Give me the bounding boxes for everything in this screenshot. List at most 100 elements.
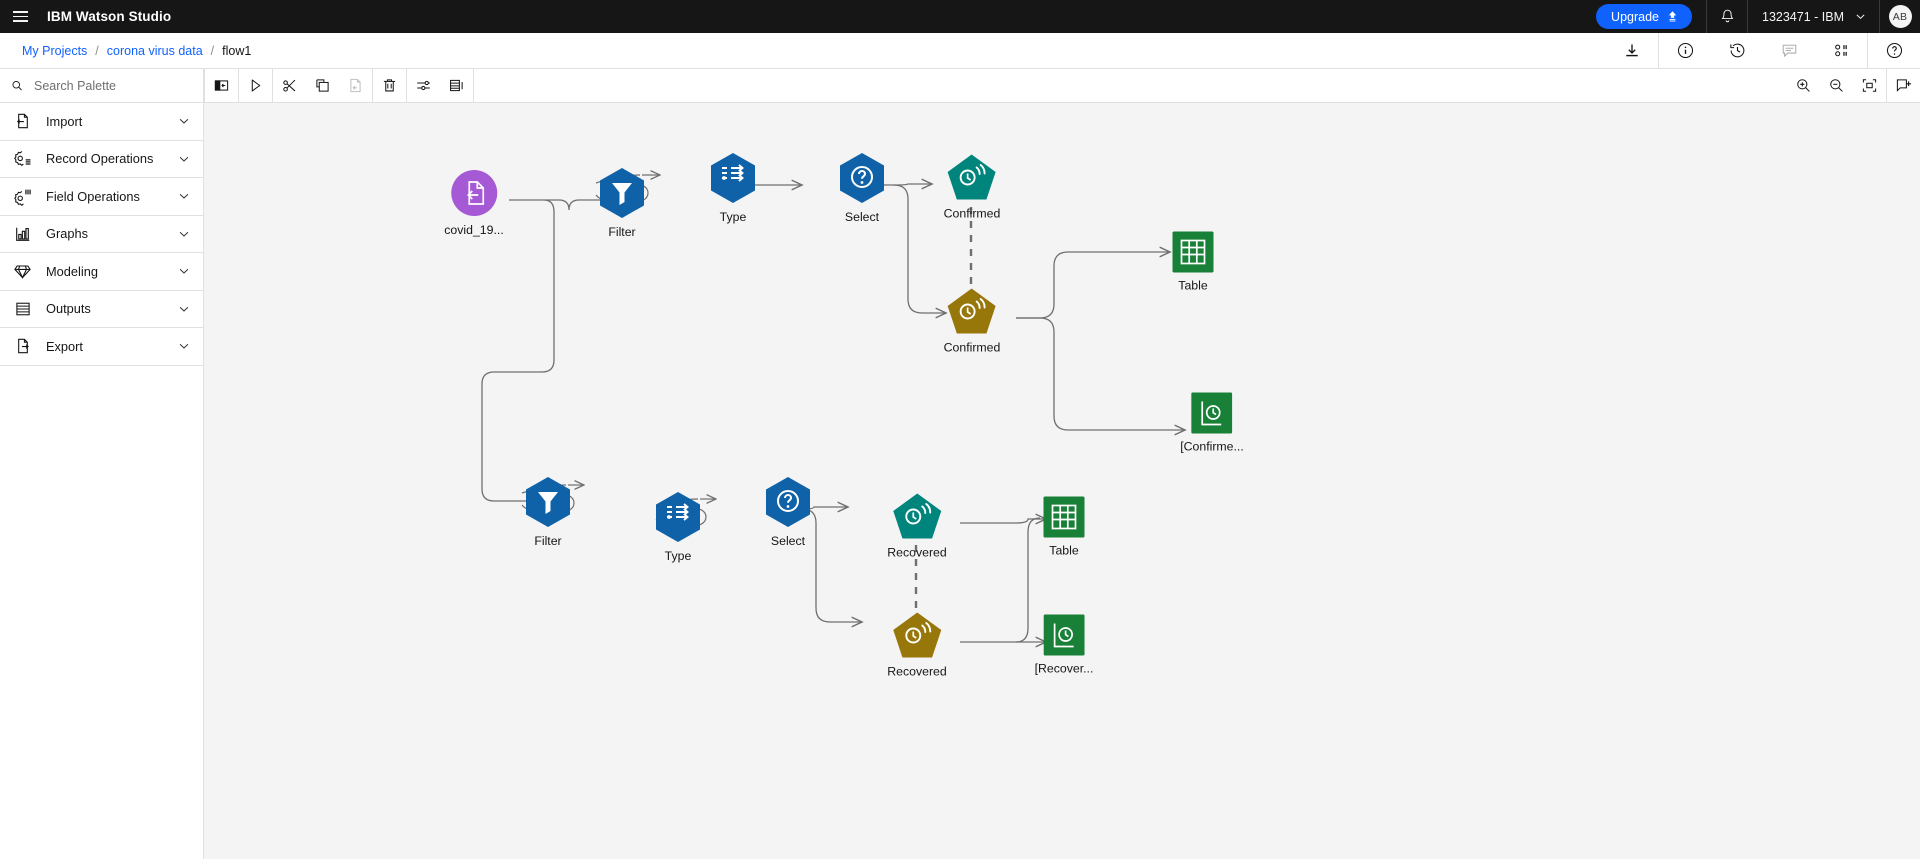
node-shape-hexagon bbox=[598, 167, 646, 219]
user-avatar-button[interactable]: AB bbox=[1880, 0, 1920, 33]
sidebar-item-record-operations[interactable]: Record Operations bbox=[0, 140, 203, 178]
node-palette-sidebar: Import Record Operations bbox=[0, 69, 204, 859]
modeling-diamond-icon bbox=[13, 262, 32, 281]
breadcrumb-item-my-projects[interactable]: My Projects bbox=[22, 44, 87, 58]
collaborators-icon[interactable] bbox=[1815, 33, 1867, 69]
flow-canvas[interactable]: covid_19... Filter Type Select Confirmed… bbox=[204, 103, 1920, 859]
chevron-down-icon bbox=[177, 227, 191, 241]
outputs-table-icon bbox=[13, 299, 32, 318]
breadcrumb-bar: My Projects / corona virus data / flow1 bbox=[0, 32, 1920, 69]
chevron-down-icon bbox=[177, 152, 191, 166]
node-label: Confirmed bbox=[943, 206, 1001, 221]
zoom-fit-button[interactable] bbox=[1853, 69, 1886, 102]
node-label: Recovered bbox=[887, 664, 947, 679]
flow-node-select[interactable]: Select bbox=[838, 152, 886, 224]
sidebar-item-graphs[interactable]: Graphs bbox=[0, 215, 203, 253]
upgrade-button-label: Upgrade bbox=[1611, 9, 1659, 24]
flow-node-type[interactable]: Type bbox=[654, 491, 702, 563]
add-comment-button[interactable] bbox=[1887, 69, 1920, 102]
download-icon[interactable] bbox=[1606, 33, 1658, 69]
node-label: [Recover... bbox=[1034, 661, 1094, 676]
node-label: Filter bbox=[534, 534, 562, 548]
node-shape-hexagon bbox=[709, 152, 757, 204]
palette-search-row bbox=[0, 69, 203, 103]
flow-node-select[interactable]: Select bbox=[764, 476, 812, 548]
sidebar-item-field-operations[interactable]: Field Operations bbox=[0, 178, 203, 216]
flow-node-output-table[interactable]: Table bbox=[1172, 231, 1214, 293]
node-label: Table bbox=[1049, 543, 1079, 558]
node-label: [Confirme... bbox=[1180, 439, 1244, 454]
flow-node-model-nugget[interactable]: Confirmed bbox=[943, 288, 1001, 355]
paste-button[interactable] bbox=[339, 69, 372, 102]
flow-node-filter[interactable]: Filter bbox=[524, 476, 572, 548]
breadcrumb-actions bbox=[1606, 32, 1920, 69]
node-shape-square bbox=[1043, 496, 1085, 538]
copy-button[interactable] bbox=[306, 69, 339, 102]
node-shape-hexagon bbox=[524, 476, 572, 528]
delete-button[interactable] bbox=[373, 69, 406, 102]
flow-node-filter[interactable]: Filter bbox=[598, 167, 646, 239]
record-operations-icon bbox=[13, 149, 32, 168]
flow-node-output-table[interactable]: Table bbox=[1043, 496, 1085, 558]
flow-node-model-build[interactable]: Confirmed bbox=[943, 154, 1001, 221]
node-label: covid_19... bbox=[444, 223, 504, 237]
node-shape-circle bbox=[450, 169, 498, 217]
bell-icon[interactable] bbox=[1707, 0, 1747, 33]
flow-node-type[interactable]: Type bbox=[709, 152, 757, 224]
export-icon bbox=[13, 337, 32, 356]
flow-node-model-nugget[interactable]: Recovered bbox=[887, 612, 947, 679]
node-shape-pentagon bbox=[892, 493, 942, 540]
app-brand-title: IBM Watson Studio bbox=[47, 9, 172, 24]
sidebar-item-outputs[interactable]: Outputs bbox=[0, 290, 203, 328]
flow-node-model-build[interactable]: Recovered bbox=[887, 493, 947, 560]
sidebar-item-export[interactable]: Export bbox=[0, 328, 203, 366]
flow-node-data-source[interactable]: covid_19... bbox=[444, 169, 504, 237]
info-icon[interactable] bbox=[1659, 33, 1711, 69]
toggle-palette-button[interactable] bbox=[205, 69, 238, 102]
import-icon bbox=[13, 112, 32, 131]
chevron-down-icon bbox=[177, 339, 191, 353]
sidebar-item-label: Outputs bbox=[46, 301, 91, 317]
sidebar-item-label: Modeling bbox=[46, 263, 98, 279]
main-area: Import Record Operations bbox=[0, 69, 1920, 859]
sidebar-item-modeling[interactable]: Modeling bbox=[0, 253, 203, 291]
breadcrumb-item-flow: flow1 bbox=[222, 43, 252, 58]
history-icon[interactable] bbox=[1711, 33, 1763, 69]
node-label: Recovered bbox=[887, 545, 947, 560]
node-shape-pentagon bbox=[892, 612, 942, 659]
help-icon[interactable] bbox=[1868, 33, 1920, 69]
account-selector[interactable]: 1323471 - IBM bbox=[1748, 0, 1879, 33]
comment-icon[interactable] bbox=[1763, 33, 1815, 69]
node-label: Filter bbox=[608, 225, 636, 239]
hamburger-menu-icon[interactable] bbox=[0, 0, 40, 33]
node-shape-pentagon bbox=[947, 288, 997, 335]
breadcrumb-item-project[interactable]: corona virus data bbox=[107, 44, 203, 58]
node-shape-hexagon bbox=[764, 476, 812, 528]
canvas-toolbar bbox=[204, 69, 1920, 103]
upgrade-arrow-icon bbox=[1666, 10, 1679, 23]
account-label: 1323471 - IBM bbox=[1762, 9, 1844, 24]
zoom-out-button[interactable] bbox=[1820, 69, 1853, 102]
search-input[interactable] bbox=[34, 78, 195, 93]
flow-node-output-chart[interactable]: [Recover... bbox=[1034, 614, 1094, 676]
flow-node-output-chart[interactable]: [Confirme... bbox=[1180, 392, 1244, 454]
canvas-column: covid_19... Filter Type Select Confirmed… bbox=[204, 69, 1920, 859]
zoom-in-button[interactable] bbox=[1787, 69, 1820, 102]
sidebar-item-label: Graphs bbox=[46, 226, 88, 242]
upgrade-button[interactable]: Upgrade bbox=[1596, 4, 1692, 29]
node-label: Select bbox=[844, 210, 880, 224]
flow-settings-button[interactable] bbox=[407, 69, 440, 102]
sidebar-item-label: Export bbox=[46, 338, 83, 354]
cut-button[interactable] bbox=[273, 69, 306, 102]
sidebar-item-import[interactable]: Import bbox=[0, 103, 203, 141]
chevron-down-icon bbox=[1856, 14, 1865, 20]
node-label: Type bbox=[719, 210, 747, 224]
manage-outputs-button[interactable] bbox=[440, 69, 473, 102]
search-icon bbox=[12, 80, 22, 91]
breadcrumb-separator: / bbox=[210, 43, 215, 58]
breadcrumb-separator: / bbox=[95, 43, 99, 58]
node-label: Confirmed bbox=[943, 340, 1001, 355]
run-flow-button[interactable] bbox=[239, 69, 272, 102]
node-shape-square bbox=[1172, 231, 1214, 273]
node-label: Table bbox=[1178, 278, 1208, 293]
